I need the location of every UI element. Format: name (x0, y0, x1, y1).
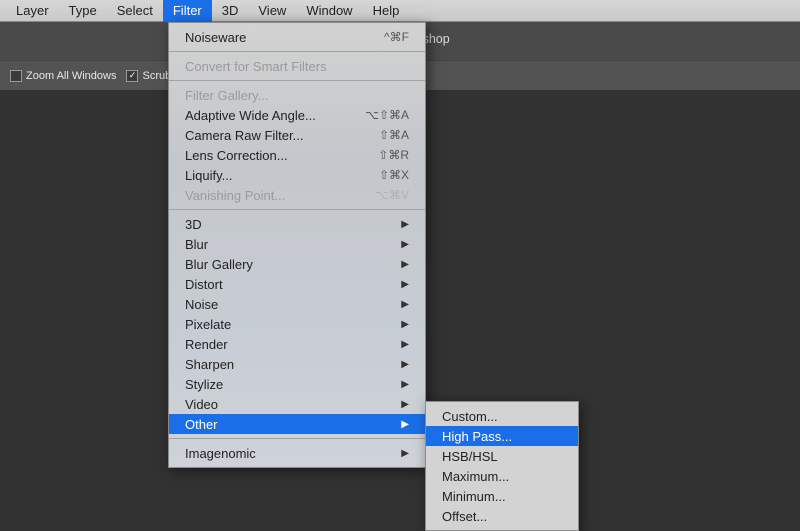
menu-separator (169, 80, 425, 81)
menuitem-high-pass[interactable]: High Pass... (426, 426, 578, 446)
menuitem-maximum[interactable]: Maximum... (426, 466, 578, 486)
menu-window[interactable]: Window (296, 0, 362, 22)
menuitem-custom[interactable]: Custom... (426, 406, 578, 426)
menuitem-label: Distort (185, 277, 387, 292)
menuitem-shortcut: ⌥⌘V (359, 188, 409, 202)
submenu-arrow-icon: ▶ (401, 399, 409, 410)
checkbox-box: ✓ (126, 70, 138, 82)
submenu-arrow-icon: ▶ (401, 339, 409, 350)
zoom-all-windows-checkbox[interactable]: Zoom All Windows (10, 70, 116, 82)
menuitem-label: Minimum... (442, 489, 562, 504)
menuitem-noiseware[interactable]: Noiseware ^⌘F (169, 27, 425, 47)
menuitem-label: 3D (185, 217, 387, 232)
submenu-arrow-icon: ▶ (401, 299, 409, 310)
menuitem-label: Video (185, 397, 387, 412)
menuitem-label: Offset... (442, 509, 562, 524)
menuitem-shortcut: ⌥⇧⌘A (359, 108, 409, 122)
other-submenu: Custom... High Pass... HSB/HSL Maximum..… (425, 401, 579, 531)
menuitem-label: Sharpen (185, 357, 387, 372)
menuitem-label: Custom... (442, 409, 562, 424)
menu-layer[interactable]: Layer (6, 0, 59, 22)
menuitem-label: HSB/HSL (442, 449, 562, 464)
menu-filter[interactable]: Filter (163, 0, 212, 22)
menu-separator (169, 209, 425, 210)
menuitem-camera-raw-filter[interactable]: Camera Raw Filter... ⇧⌘A (169, 125, 425, 145)
menuitem-label: Liquify... (185, 168, 349, 183)
menuitem-shortcut: ⇧⌘R (359, 148, 409, 162)
menuitem-blur-gallery[interactable]: Blur Gallery ▶ (169, 254, 425, 274)
menuitem-shortcut: ^⌘F (359, 30, 409, 44)
menuitem-convert-smart-filters: Convert for Smart Filters (169, 56, 425, 76)
submenu-arrow-icon: ▶ (401, 259, 409, 270)
menuitem-adaptive-wide-angle[interactable]: Adaptive Wide Angle... ⌥⇧⌘A (169, 105, 425, 125)
menuitem-hsb-hsl[interactable]: HSB/HSL (426, 446, 578, 466)
menuitem-label: Filter Gallery... (185, 88, 409, 103)
menu-separator (169, 51, 425, 52)
menuitem-label: Render (185, 337, 387, 352)
menuitem-other[interactable]: Other ▶ (169, 414, 425, 434)
menuitem-render[interactable]: Render ▶ (169, 334, 425, 354)
menuitem-vanishing-point: Vanishing Point... ⌥⌘V (169, 185, 425, 205)
menuitem-label: Noise (185, 297, 387, 312)
menuitem-label: High Pass... (442, 429, 562, 444)
menu-select[interactable]: Select (107, 0, 163, 22)
menuitem-distort[interactable]: Distort ▶ (169, 274, 425, 294)
menuitem-liquify[interactable]: Liquify... ⇧⌘X (169, 165, 425, 185)
menu-view[interactable]: View (248, 0, 296, 22)
menuitem-label: Camera Raw Filter... (185, 128, 349, 143)
submenu-arrow-icon: ▶ (401, 239, 409, 250)
submenu-arrow-icon: ▶ (401, 419, 409, 430)
menuitem-label: Maximum... (442, 469, 562, 484)
menuitem-stylize[interactable]: Stylize ▶ (169, 374, 425, 394)
menuitem-label: Vanishing Point... (185, 188, 349, 203)
menuitem-label: Noiseware (185, 30, 349, 45)
submenu-arrow-icon: ▶ (401, 379, 409, 390)
filter-menu: Noiseware ^⌘F Convert for Smart Filters … (168, 22, 426, 468)
menuitem-lens-correction[interactable]: Lens Correction... ⇧⌘R (169, 145, 425, 165)
menuitem-pixelate[interactable]: Pixelate ▶ (169, 314, 425, 334)
checkbox-box (10, 70, 22, 82)
menuitem-shortcut: ⇧⌘A (359, 128, 409, 142)
menuitem-sharpen[interactable]: Sharpen ▶ (169, 354, 425, 374)
menuitem-video[interactable]: Video ▶ (169, 394, 425, 414)
menu-help[interactable]: Help (363, 0, 410, 22)
submenu-arrow-icon: ▶ (401, 219, 409, 230)
menuitem-label: Other (185, 417, 387, 432)
menuitem-offset[interactable]: Offset... (426, 506, 578, 526)
menuitem-label: Blur Gallery (185, 257, 387, 272)
menubar: Layer Type Select Filter 3D View Window … (0, 0, 800, 22)
menuitem-blur[interactable]: Blur ▶ (169, 234, 425, 254)
menuitem-label: Imagenomic (185, 446, 387, 461)
submenu-arrow-icon: ▶ (401, 359, 409, 370)
submenu-arrow-icon: ▶ (401, 319, 409, 330)
menuitem-3d[interactable]: 3D ▶ (169, 214, 425, 234)
menuitem-label: Convert for Smart Filters (185, 59, 409, 74)
menuitem-shortcut: ⇧⌘X (359, 168, 409, 182)
submenu-arrow-icon: ▶ (401, 279, 409, 290)
submenu-arrow-icon: ▶ (401, 448, 409, 459)
menuitem-noise[interactable]: Noise ▶ (169, 294, 425, 314)
menuitem-label: Lens Correction... (185, 148, 349, 163)
menuitem-label: Pixelate (185, 317, 387, 332)
menu-type[interactable]: Type (59, 0, 107, 22)
menuitem-filter-gallery: Filter Gallery... (169, 85, 425, 105)
menuitem-label: Stylize (185, 377, 387, 392)
menuitem-imagenomic[interactable]: Imagenomic ▶ (169, 443, 425, 463)
menu-3d[interactable]: 3D (212, 0, 249, 22)
zoom-all-windows-label: Zoom All Windows (26, 70, 116, 82)
menu-separator (169, 438, 425, 439)
menuitem-minimum[interactable]: Minimum... (426, 486, 578, 506)
menuitem-label: Adaptive Wide Angle... (185, 108, 349, 123)
menuitem-label: Blur (185, 237, 387, 252)
